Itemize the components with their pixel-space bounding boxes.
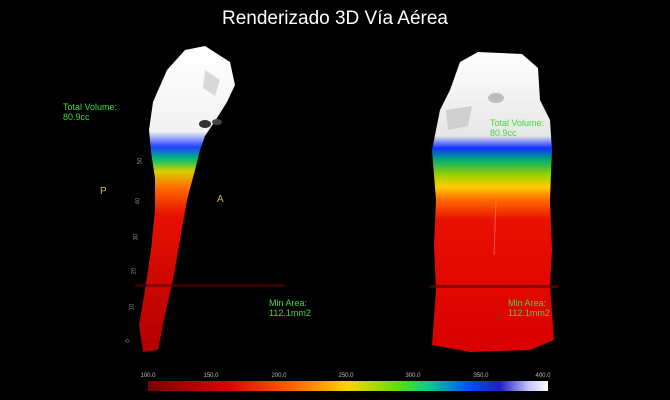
- scale-tick: 0: [125, 339, 132, 343]
- total-volume-value: 80.9cc: [490, 128, 517, 138]
- total-volume-label: Total Volume:: [490, 118, 545, 128]
- min-area-value: 112.1mm2: [508, 308, 550, 318]
- orientation-posterior: P: [100, 186, 107, 197]
- colorbar-label: 100.0: [140, 373, 156, 379]
- scale-tick: 30: [133, 233, 140, 241]
- total-volume-value: 80.9cc: [63, 112, 90, 122]
- min-area-label: Min Area:: [269, 298, 308, 308]
- airway-frontal-view[interactable]: Total Volume: 80.9cc Min Area: 112.1mm2: [410, 40, 580, 358]
- color-scale-bar: [148, 381, 548, 391]
- colorbar-label: 350.0: [473, 373, 489, 379]
- slide-title: Renderizado 3D Vía Aérea: [221, 8, 449, 29]
- colorbar-label: 250.0: [338, 373, 354, 379]
- airway-lateral-view[interactable]: Total Volume: 80.9cc Min Area: 112.1mm2 …: [55, 40, 311, 358]
- colorbar-label: 300.0: [405, 373, 421, 379]
- scale-tick: 20: [131, 267, 138, 275]
- orientation-anterior: A: [217, 194, 224, 205]
- colorbar-label: 200.0: [271, 373, 287, 379]
- min-area-label: Min Area:: [508, 298, 547, 308]
- scale-tick: 40: [135, 197, 142, 205]
- airway-lateral-render: [135, 46, 285, 352]
- airway-frontal-render: [430, 52, 558, 352]
- scale-tick: 50: [137, 157, 144, 165]
- colorbar-label: 400.0: [535, 373, 551, 379]
- colorbar-label: 150.0: [203, 373, 219, 379]
- scale-tick: 10: [129, 303, 136, 311]
- min-area-value: 112.1mm2: [269, 308, 311, 318]
- total-volume-label: Total Volume:: [63, 102, 118, 112]
